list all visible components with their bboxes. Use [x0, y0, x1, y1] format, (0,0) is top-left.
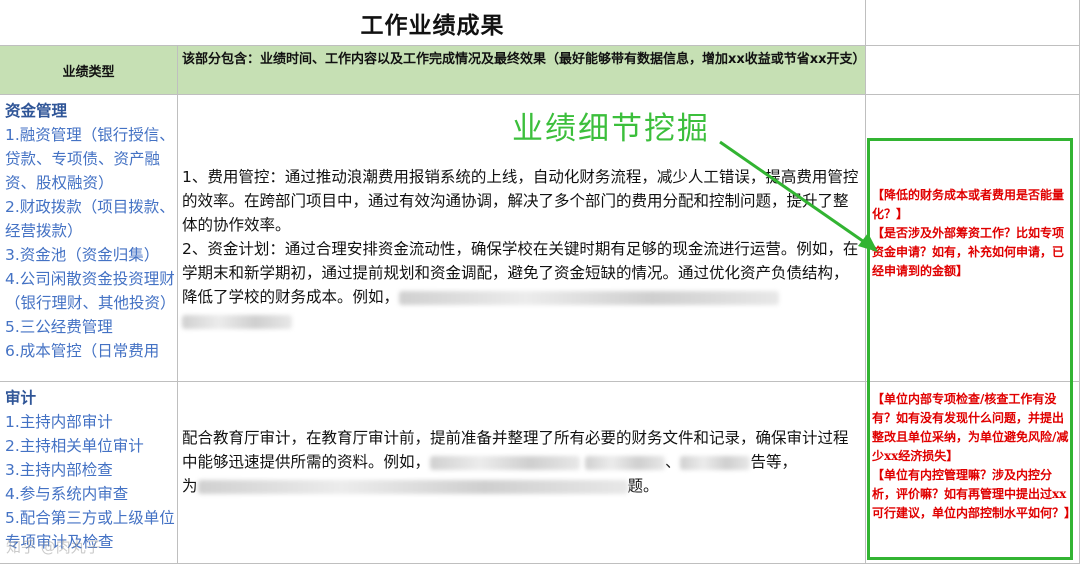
- arrow-head: [858, 233, 878, 252]
- watermark: 知乎 @肉丸子: [6, 538, 101, 556]
- arrow-line: [719, 140, 871, 248]
- callout-arrow: [719, 140, 878, 252]
